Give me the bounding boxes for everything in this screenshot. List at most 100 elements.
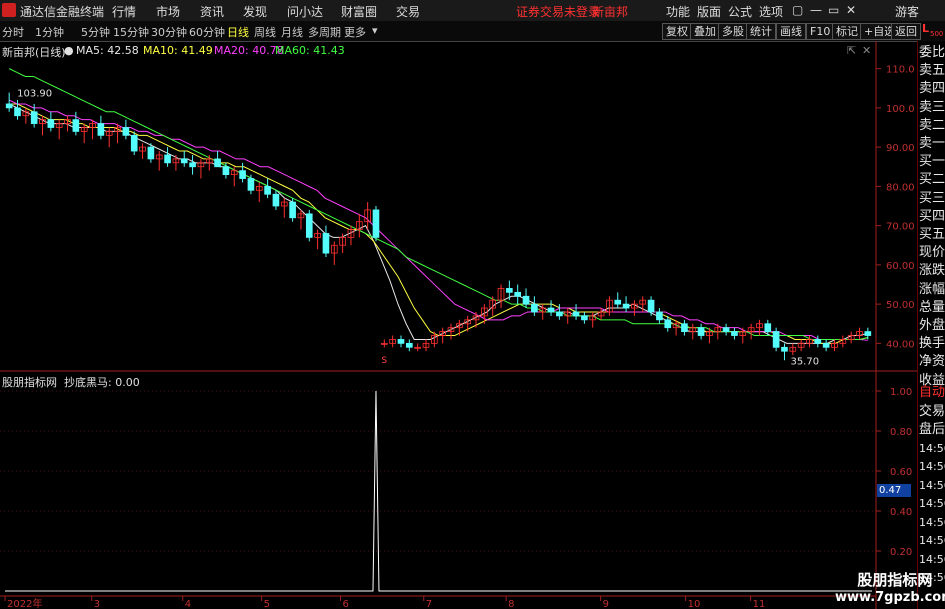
- menu-caifuquan[interactable]: 财富圈: [341, 3, 377, 20]
- maximize-icon[interactable]: ▭: [828, 3, 839, 17]
- candle-body: [822, 342, 830, 348]
- quote-label-16: 换手: [919, 336, 945, 352]
- ytick-label: 60.00: [886, 261, 915, 272]
- period-tab-monthly[interactable]: 月线: [281, 24, 303, 40]
- diejia-button[interactable]: 叠加: [690, 23, 720, 40]
- watermark-line1: 股朋指标网: [857, 571, 933, 589]
- back-button[interactable]: 返回: [891, 23, 921, 40]
- xtick-label: 9: [603, 599, 609, 609]
- period-tab-60min[interactable]: 60分钟: [189, 24, 225, 40]
- candle-body: [289, 201, 296, 219]
- candle-body: [130, 134, 138, 152]
- chart-area[interactable]: 110.0 100.0 90.00 80.00 70.00 60.00 50.00 40.00…: [0, 41, 917, 609]
- candle-body: [406, 342, 413, 348]
- ma-line-MA10: [9, 103, 868, 344]
- candle-body: [5, 103, 13, 109]
- ytick-label: 80.00: [886, 182, 915, 193]
- quote-label-5: 卖一: [919, 136, 945, 151]
- level-tag-sub: 500: [930, 30, 944, 38]
- ma10-legend: MA10: 41.49: [143, 44, 213, 57]
- guest-label[interactable]: 游客: [895, 3, 919, 20]
- ytick-label: 110.0: [886, 65, 915, 76]
- duogu-button[interactable]: 多股: [718, 23, 748, 40]
- settings-gear-icon[interactable]: ●: [64, 44, 74, 57]
- candle-body: [122, 127, 130, 136]
- candle-body: [681, 323, 688, 332]
- menu-banmian[interactable]: 版面: [697, 3, 721, 20]
- menu-gongshi[interactable]: 公式: [728, 3, 752, 20]
- minimize-window-icon[interactable]: ▢: [792, 3, 803, 17]
- menu-shichang[interactable]: 市场: [156, 3, 180, 20]
- ma-lines: [8, 68, 868, 344]
- period-tab-more[interactable]: 更多: [344, 24, 366, 40]
- tongji-button[interactable]: 统计: [746, 23, 776, 40]
- menu-wenxiaoda[interactable]: 问小达: [287, 3, 323, 20]
- app-logo-icon: [2, 3, 16, 17]
- period-tab-15min[interactable]: 15分钟: [113, 24, 149, 40]
- candle-body: [522, 295, 530, 305]
- indicator-series: [5, 390, 872, 592]
- lower-label-9: 14:56: [919, 552, 945, 566]
- period-toolbar: 分时 1分钟 5分钟 15分钟 30分钟 60分钟 日线 周线 月线 多周期 更…: [0, 21, 945, 42]
- period-tab-1min[interactable]: 1分钟: [35, 24, 64, 40]
- lower-label-2: 盘后: [919, 422, 945, 437]
- lower-label-5: 14:56: [919, 478, 945, 492]
- menu-xuanxiang[interactable]: 选项: [759, 3, 783, 20]
- sub-ytick-label: 0.60: [890, 467, 912, 478]
- candle-body: [30, 111, 38, 124]
- close-icon[interactable]: ✕: [846, 3, 856, 17]
- watermark-logo: 股朋指标网 www.7gpzb.com: [835, 572, 945, 606]
- quote-label-14: 总量: [919, 299, 945, 315]
- candle-body: [814, 339, 822, 344]
- menu-faxian[interactable]: 发现: [243, 3, 267, 20]
- menu-gongneng[interactable]: 功能: [666, 3, 690, 20]
- quote-label-10: 买五: [919, 227, 945, 242]
- close-panel-icon[interactable]: ✕: [862, 44, 871, 57]
- quote-label-17: 净资: [919, 354, 945, 370]
- candle-body: [514, 291, 522, 297]
- sub-ytick-label: 1.00: [890, 387, 912, 398]
- login-warning[interactable]: 证券交易未登录: [516, 3, 600, 20]
- period-tab-multi[interactable]: 多周期: [308, 24, 341, 40]
- sub-ytick-label: 0.80: [890, 427, 912, 438]
- period-tab-30min[interactable]: 30分钟: [151, 24, 187, 40]
- chevron-down-icon[interactable]: ▾: [372, 24, 378, 37]
- quote-label-6: 买一: [919, 154, 945, 170]
- menu-hangqing[interactable]: 行情: [112, 3, 136, 20]
- biaoji-button[interactable]: 标记: [832, 23, 862, 40]
- candle-body: [97, 123, 105, 136]
- huaxian-button[interactable]: 画线: [776, 23, 806, 40]
- sub-grid: [0, 390, 876, 552]
- candle-body: [531, 303, 538, 313]
- sub-ytick-label: 0.20: [890, 547, 912, 558]
- lower-label-1: 交易: [919, 403, 945, 419]
- ytick-label: 70.00: [886, 222, 915, 233]
- xtick-label: 8: [508, 599, 514, 609]
- menu-jiaoyi[interactable]: 交易: [396, 3, 420, 20]
- menu-zixun[interactable]: 资讯: [200, 3, 224, 20]
- low-price-label: 35.70: [790, 356, 819, 367]
- sub-ytick-label: 0.40: [890, 507, 912, 518]
- candle-body: [781, 346, 788, 352]
- indicator-line: [5, 390, 872, 592]
- stock-name-header: 新亩邦: [592, 5, 629, 19]
- xtick-label: 7: [426, 599, 432, 609]
- period-tab-weekly[interactable]: 周线: [254, 24, 276, 40]
- pin-icon[interactable]: ⇱: [847, 44, 856, 57]
- period-tab-5min[interactable]: 5分钟: [81, 24, 110, 40]
- period-tab-daily[interactable]: 日线: [227, 24, 249, 40]
- period-tab-fenshi[interactable]: 分时: [2, 24, 24, 40]
- xtick-label: 3: [94, 599, 100, 609]
- ytick-label: 40.00: [886, 339, 915, 350]
- signal-marker: S: [381, 356, 387, 366]
- xtick-label: 6: [343, 599, 349, 609]
- f10-button[interactable]: F10: [806, 23, 835, 40]
- fuquan-button[interactable]: 复权: [662, 23, 692, 40]
- ma20-legend: MA20: 40.78: [214, 44, 284, 57]
- quote-label-3: 卖三: [919, 99, 945, 115]
- minimize-icon[interactable]: —: [810, 3, 822, 17]
- level-tag: L: [922, 22, 930, 35]
- candle-body: [864, 331, 872, 336]
- candlesticks: [5, 92, 872, 361]
- ma60-legend: MA60: 41.43: [275, 44, 345, 57]
